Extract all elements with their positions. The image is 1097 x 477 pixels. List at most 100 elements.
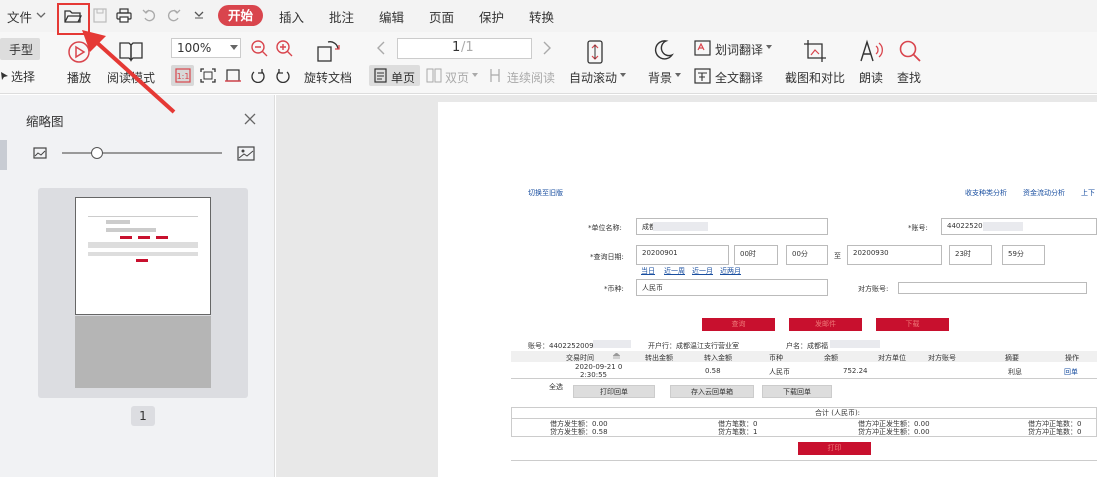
- rotate-document-label[interactable]: 旋转文档: [304, 69, 352, 86]
- find-icon[interactable]: [898, 39, 922, 63]
- switch-old-version-link[interactable]: 切换至旧版: [528, 188, 563, 198]
- quick-two-months-link[interactable]: 近两月: [720, 266, 741, 276]
- double-page-label[interactable]: 双页: [445, 69, 469, 86]
- rotate-document-icon[interactable]: [316, 39, 342, 63]
- screenshot-compare-label[interactable]: 截图和对比: [785, 69, 845, 86]
- file-menu[interactable]: 文件: [7, 7, 32, 26]
- tab-protect[interactable]: 保护: [479, 7, 504, 26]
- row-summary: 利息: [1008, 368, 1022, 376]
- read-aloud-label[interactable]: 朗读: [859, 69, 883, 86]
- auto-scroll-label[interactable]: 自动滚动: [569, 69, 617, 86]
- opp-account-field[interactable]: [898, 282, 1087, 294]
- thumb-line: [88, 216, 198, 217]
- double-page-icon[interactable]: [426, 68, 442, 83]
- tab-insert[interactable]: 插入: [279, 7, 304, 26]
- background-dropdown-icon[interactable]: [675, 73, 681, 78]
- save-icon[interactable]: [93, 8, 107, 23]
- read-aloud-icon[interactable]: [858, 39, 884, 63]
- thumb-field: [106, 220, 130, 224]
- currency-select[interactable]: 人民币: [636, 279, 828, 296]
- send-email-button[interactable]: 发邮件: [789, 318, 862, 331]
- tab-page[interactable]: 页面: [429, 7, 454, 26]
- close-icon[interactable]: [244, 113, 256, 125]
- page-thumbnail[interactable]: [75, 197, 211, 315]
- select-cursor-icon: [1, 72, 8, 80]
- account-value: 44022520: [947, 222, 983, 230]
- fit-width-icon[interactable]: [225, 68, 241, 83]
- find-label[interactable]: 查找: [897, 69, 921, 86]
- screenshot-compare-icon[interactable]: [803, 39, 827, 63]
- page-total: /1: [461, 40, 474, 55]
- full-translate-label[interactable]: 全文翻译: [715, 69, 763, 86]
- thumbnail-page-number: 1: [131, 406, 155, 426]
- hour-from-select[interactable]: 00时: [734, 245, 778, 265]
- hour-to-select[interactable]: 23时: [949, 245, 992, 265]
- sort-icon[interactable]: [613, 353, 620, 360]
- row-action-receipt-link[interactable]: 回单: [1064, 367, 1078, 377]
- sidebar-tab-indicator[interactable]: [0, 140, 7, 170]
- thumbnail-size-slider-thumb[interactable]: [91, 147, 104, 159]
- word-translate-label[interactable]: 划词翻译: [715, 41, 763, 58]
- double-page-dropdown-icon[interactable]: [472, 73, 478, 78]
- unit-name-label: *单位名称:: [588, 224, 622, 232]
- continuous-read-icon[interactable]: [488, 68, 502, 83]
- zoom-dropdown-icon[interactable]: [230, 45, 238, 51]
- large-image-icon[interactable]: [237, 146, 255, 161]
- income-analysis-link[interactable]: 收支种类分析: [965, 188, 1007, 198]
- tab-edit[interactable]: 编辑: [379, 7, 404, 26]
- chevron-down-icon[interactable]: [36, 11, 46, 19]
- to-label: 至: [834, 252, 841, 260]
- quick-week-link[interactable]: 近一周: [664, 266, 685, 276]
- full-translate-icon[interactable]: [694, 68, 711, 84]
- prev-page-icon[interactable]: [376, 41, 386, 55]
- auto-scroll-dropdown-icon[interactable]: [620, 73, 626, 78]
- redacted-mask: [593, 340, 631, 348]
- print-receipt-button[interactable]: 打印回单: [573, 385, 655, 398]
- tab-convert[interactable]: 转换: [529, 7, 554, 26]
- flow-analysis-link[interactable]: 资金流动分析: [1023, 188, 1065, 198]
- rotate-right-icon[interactable]: [275, 68, 291, 83]
- word-translate-dropdown-icon[interactable]: [766, 45, 772, 50]
- thumbnail-size-slider-track[interactable]: [62, 152, 222, 154]
- thumb-field: [106, 228, 156, 232]
- undo-icon[interactable]: [142, 8, 156, 22]
- minute-to-select[interactable]: 59分: [1002, 245, 1045, 265]
- redo-icon[interactable]: [167, 8, 181, 22]
- query-button[interactable]: 查询: [702, 318, 775, 331]
- background-label[interactable]: 背景: [648, 69, 672, 86]
- customize-chevron-icon[interactable]: [194, 10, 204, 20]
- zoom-in-icon[interactable]: [275, 39, 293, 57]
- select-tool-button[interactable]: 选择: [11, 68, 35, 85]
- auto-scroll-icon[interactable]: [585, 39, 605, 65]
- print-icon[interactable]: [116, 8, 132, 23]
- zoom-out-icon[interactable]: [250, 39, 268, 57]
- date-from-field[interactable]: 20200901: [636, 245, 729, 265]
- credit-reverse-amount: 贷方冲正发生额：0.00: [858, 428, 930, 436]
- more-link[interactable]: 上下: [1081, 188, 1095, 198]
- download-button[interactable]: 下载: [876, 318, 949, 331]
- small-image-icon[interactable]: [33, 147, 47, 159]
- tab-start[interactable]: 开始: [218, 5, 263, 26]
- minute-to-value: 59分: [1008, 250, 1024, 258]
- info-bank: 开户行：成都温江支行营业室: [648, 342, 739, 350]
- continuous-read-label[interactable]: 连续阅读: [507, 69, 555, 86]
- word-translate-icon[interactable]: [694, 40, 711, 56]
- currency-value: 人民币: [642, 284, 663, 292]
- background-moon-icon[interactable]: [652, 39, 674, 61]
- save-cloud-receipt-button[interactable]: 存入云回单箱: [670, 385, 754, 398]
- minute-from-select[interactable]: 00分: [786, 245, 828, 265]
- quick-today-link[interactable]: 当日: [641, 266, 655, 276]
- rotate-left-icon[interactable]: [250, 68, 266, 83]
- date-to-field[interactable]: 20200930: [847, 245, 942, 265]
- next-page-icon[interactable]: [542, 41, 552, 55]
- row-time-2: 2:30:55: [580, 371, 607, 379]
- fit-page-icon[interactable]: [200, 68, 216, 83]
- download-receipt-button[interactable]: 下载回单: [762, 385, 832, 398]
- document-page[interactable]: 切换至旧版 收支种类分析 资金流动分析 上下 *单位名称: 成都 *账号: 44…: [438, 102, 1097, 477]
- tab-annotate[interactable]: 批注: [329, 7, 354, 26]
- redacted-mask: [983, 222, 1023, 231]
- print-button[interactable]: 打印: [798, 442, 871, 455]
- select-all-checkbox[interactable]: 全选: [549, 382, 563, 392]
- thumbnail-sidebar: 缩略图 1: [0, 95, 275, 477]
- quick-month-link[interactable]: 近一月: [692, 266, 713, 276]
